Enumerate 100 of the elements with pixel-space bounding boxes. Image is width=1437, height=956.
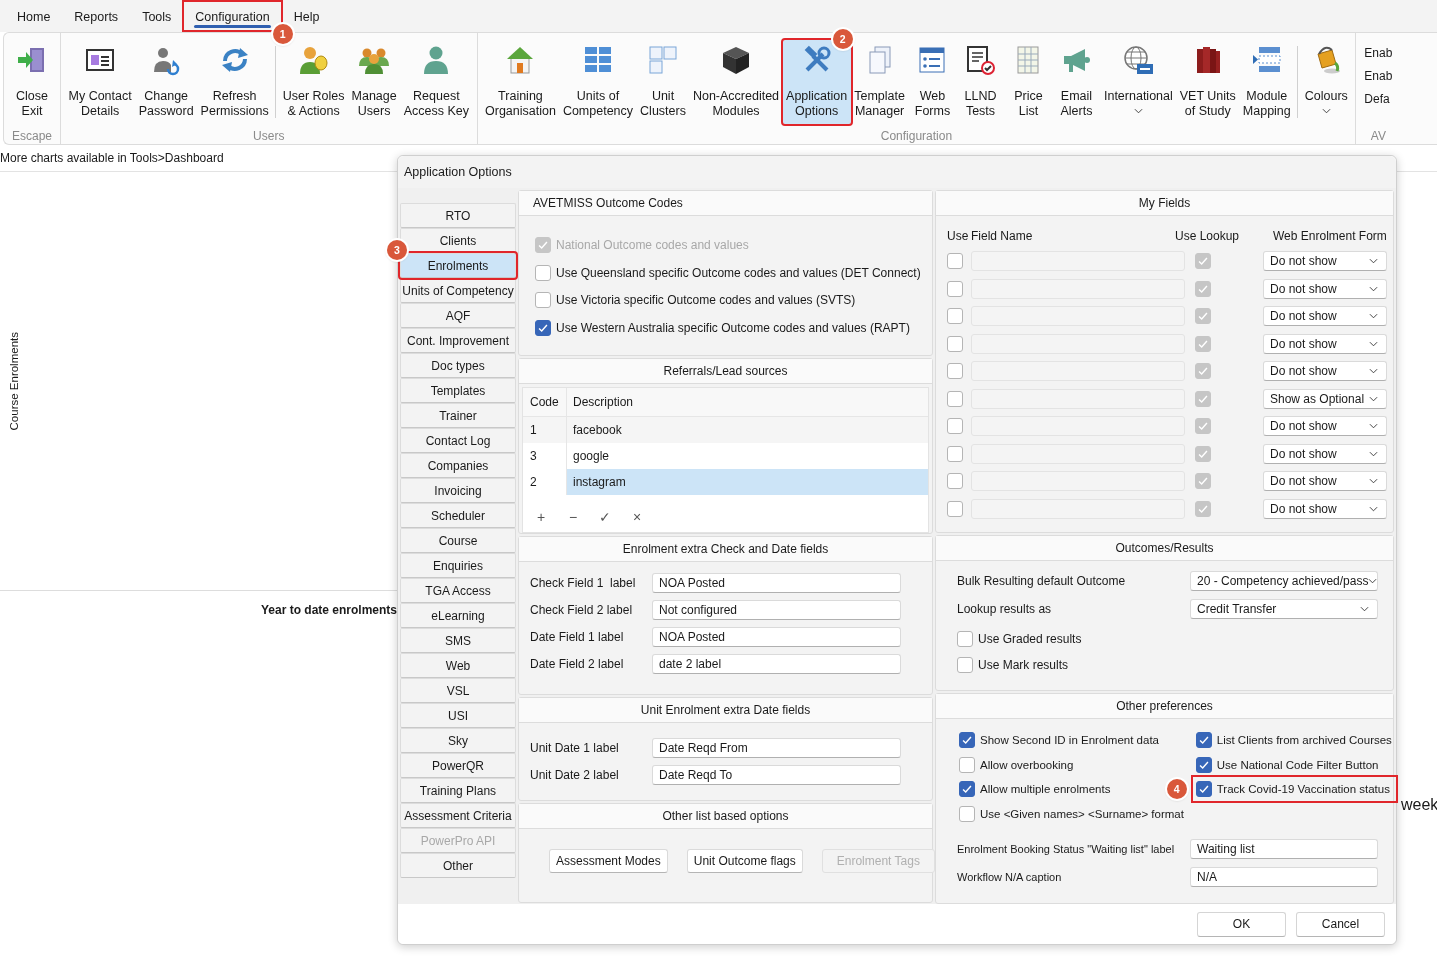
nav-tab[interactable]: PowerQR — [400, 753, 516, 778]
panel-title: Unit Enrolment extra Date fields — [640, 703, 811, 717]
nav-tab[interactable]: eLearning — [400, 603, 516, 628]
chevron-down-icon — [1369, 395, 1378, 402]
ribbon-button[interactable]: Template Manager — [850, 40, 909, 124]
menu-tab[interactable]: Reports — [63, 2, 130, 30]
dropdown[interactable]: Credit Transfer — [1190, 599, 1378, 619]
checkbox-label: Use Mark results — [978, 658, 1069, 672]
button[interactable]: Unit Outcome flags — [686, 849, 803, 873]
nav-tab[interactable]: USI — [400, 703, 516, 728]
field-label: Check Field 1 label — [530, 576, 637, 590]
button[interactable]: Assessment Modes — [549, 849, 668, 873]
nav-tab[interactable]: Training Plans — [400, 778, 516, 803]
column-header: Code — [523, 388, 567, 416]
checkbox[interactable] — [959, 805, 975, 822]
nav-tab[interactable]: Contact Log — [400, 428, 516, 453]
checkbox[interactable] — [959, 756, 975, 773]
nav-tab[interactable]: VSL — [400, 678, 516, 703]
ribbon-button[interactable]: Training Organisation — [481, 40, 560, 124]
chevron-down-icon — [1369, 505, 1378, 512]
ribbon-button[interactable]: Unit Clusters — [636, 40, 690, 124]
ribbon-button[interactable]: Refresh Permissions — [197, 40, 273, 124]
ribbon-button[interactable]: Module Mapping — [1239, 40, 1295, 124]
nav-tab[interactable]: Trainer — [400, 403, 516, 428]
nav-tab[interactable]: Invoicing — [400, 478, 516, 503]
menu-tab[interactable]: Tools — [131, 2, 183, 30]
input-field[interactable]: NOA Posted — [652, 573, 901, 593]
checkbox[interactable] — [535, 264, 551, 281]
ribbon-button[interactable]: Price List — [1004, 40, 1053, 124]
nav-tab[interactable]: Units of Competency — [400, 278, 516, 303]
nav-tab[interactable]: Assessment Criteria — [400, 803, 516, 828]
ribbon-option[interactable]: Defa — [1364, 92, 1393, 106]
group-label: Escape — [11, 128, 53, 144]
table-cell: 2 — [523, 469, 567, 495]
ribbon-button[interactable]: Manage Users — [348, 40, 401, 124]
toolbar-button[interactable]: + — [531, 507, 551, 527]
checkbox[interactable] — [959, 781, 975, 797]
panel-title: Other list based options — [662, 809, 789, 823]
group-label: Configuration — [879, 128, 954, 144]
checkbox[interactable] — [1195, 732, 1212, 748]
table-row[interactable]: 1 facebook — [523, 417, 928, 443]
nav-tab[interactable]: Course — [400, 528, 516, 553]
ribbon-button[interactable]: Colours — [1301, 40, 1352, 124]
checkbox[interactable] — [535, 319, 551, 336]
nav-tab[interactable]: Doc types — [400, 353, 516, 378]
ribbon-button[interactable]: Request Access Key — [400, 40, 473, 124]
checkbox[interactable] — [535, 292, 551, 308]
ribbon-button[interactable]: Change Password — [135, 40, 198, 124]
ribbon-button[interactable]: Web Forms — [908, 40, 957, 124]
toolbar-button[interactable]: − — [563, 507, 583, 527]
ribbon-button[interactable]: Email Alerts — [1052, 40, 1101, 124]
nav-tab[interactable]: TGA Access — [400, 578, 516, 603]
step-badge: 3 — [387, 240, 407, 260]
nav-tab[interactable]: Scheduler — [400, 503, 516, 528]
nav-tab[interactable]: Cont. Improvement — [400, 328, 516, 353]
ribbon-button[interactable]: Units of Competency — [559, 40, 637, 124]
nav-tab[interactable]: Web — [400, 653, 516, 678]
ribbon-option[interactable]: Enab — [1364, 46, 1393, 60]
dashboard-note: More charts available in Tools>Dashboard — [0, 151, 224, 165]
table-row[interactable]: 2 instagram — [523, 469, 928, 495]
input-field[interactable]: NOA Posted — [652, 627, 901, 647]
ribbon-button[interactable]: LLND Tests — [956, 40, 1005, 124]
nav-tab[interactable]: Other — [400, 853, 516, 878]
toolbar-button[interactable]: ✓ — [595, 507, 615, 527]
nav-tab[interactable]: Enquiries — [400, 553, 516, 578]
input-field[interactable]: Waiting list — [1190, 838, 1378, 859]
field-label: Unit Date 2 label — [530, 768, 620, 782]
checkbox[interactable] — [1195, 781, 1212, 797]
input-field[interactable]: date 2 label — [652, 654, 901, 674]
dialog-button[interactable]: OK — [1197, 911, 1286, 937]
ribbon-button[interactable]: My Contact Details — [65, 40, 136, 124]
step-badge: 2 — [832, 29, 853, 49]
nav-tab[interactable]: AQF — [400, 303, 516, 328]
nav-tab[interactable]: Templates — [400, 378, 516, 403]
nav-tab[interactable]: Enrolments — [400, 253, 516, 278]
group-label: AV — [1369, 128, 1387, 144]
nav-tab[interactable]: SMS — [400, 628, 516, 653]
checkbox[interactable] — [959, 732, 975, 748]
nav-tab[interactable]: Sky — [400, 728, 516, 753]
field-label: Date Field 1 label — [530, 630, 625, 644]
input-field[interactable]: Date Reqd From — [652, 738, 901, 758]
dialog-button[interactable]: Cancel — [1296, 911, 1385, 937]
field-label: Date Field 2 label — [530, 657, 625, 671]
dropdown[interactable]: 20 - Competency achieved/pass — [1190, 571, 1378, 591]
input-field[interactable]: N/A — [1190, 866, 1378, 887]
input-field[interactable]: Date Reqd To — [652, 765, 901, 785]
toolbar-button[interactable]: × — [627, 507, 647, 527]
checkbox[interactable] — [957, 631, 973, 647]
checkbox[interactable] — [1195, 756, 1212, 773]
menu-tab[interactable]: Home — [6, 2, 62, 30]
ribbon-button[interactable]: International — [1100, 40, 1177, 124]
ribbon-button[interactable]: VET Units of Study — [1176, 40, 1240, 124]
ribbon-button[interactable]: Non-Accredited Modules — [689, 40, 783, 124]
checkbox[interactable] — [957, 657, 973, 673]
input-field[interactable]: Not configured — [652, 600, 901, 620]
nav-tab[interactable]: Companies — [400, 453, 516, 478]
ribbon-button[interactable]: Close Exit — [8, 40, 56, 124]
ribbon-option[interactable]: Enab — [1364, 69, 1393, 83]
nav-tab[interactable]: RTO — [400, 203, 516, 228]
nav-tab[interactable]: Clients — [400, 228, 516, 253]
